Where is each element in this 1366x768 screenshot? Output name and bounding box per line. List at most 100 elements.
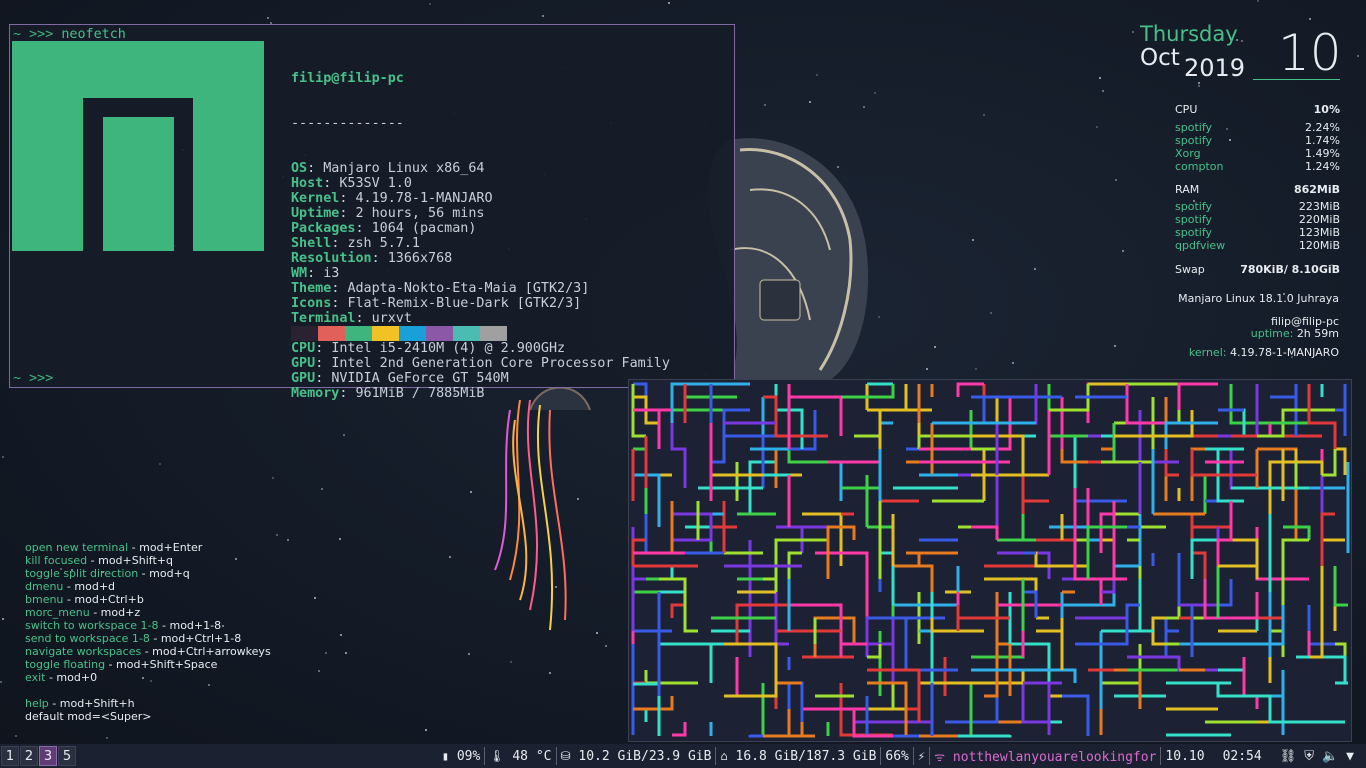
pipe-segment: [1086, 382, 1153, 423]
info-key: Shell: [291, 236, 332, 251]
power-item[interactable]: ⚡: [914, 749, 929, 764]
process-value: 1.24%: [1305, 160, 1340, 173]
pipe-segment: [1088, 382, 1129, 397]
process-value: 220MiB: [1298, 213, 1340, 226]
cpu-value: 10%: [1313, 103, 1340, 116]
terminal-window[interactable]: ~ >>> neofetch filip@filip-pc ----------…: [9, 24, 735, 401]
info-row: Shell: zsh 5.7.1: [291, 236, 420, 251]
help-action: exit: [25, 671, 46, 684]
process-value: 1.74%: [1305, 134, 1340, 147]
help-action: open new terminal: [25, 541, 129, 554]
color-palette: [291, 326, 507, 341]
swap-row: Swap 780KiB/ 8.10GiB: [1175, 263, 1340, 276]
process-name: spotify: [1175, 121, 1213, 134]
star: [809, 101, 811, 103]
pipe-segment: [906, 551, 958, 566]
prompt-command: neofetch: [61, 27, 126, 42]
help-line: open new terminal - mod+Enter: [25, 541, 203, 554]
star: [764, 104, 766, 106]
info-key: Host: [291, 176, 324, 191]
pipe-segment: [956, 605, 1010, 631]
info-key: Icons: [291, 296, 332, 311]
pipe-segment: [711, 540, 752, 555]
pipe-segment: [1086, 538, 1101, 579]
volume-item[interactable]: 66%: [881, 749, 912, 764]
pipe-segment: [1322, 449, 1337, 477]
info-key: Memory: [291, 386, 340, 401]
battery-item: ▮ 09%: [438, 749, 485, 764]
help-keys: mod+Ctrl+b: [74, 593, 144, 606]
palette-swatch: [426, 326, 453, 341]
pipe-segment: [631, 577, 646, 631]
wifi-item[interactable]: ᯤ notthewlanyouarelookingfor: [930, 748, 1160, 765]
info-value: Intel 2nd Generation Core Processor Fami…: [331, 356, 670, 371]
pipe-segment: [956, 382, 984, 397]
process-name: spotify: [1175, 200, 1213, 213]
workspace-button-5[interactable]: 5: [58, 746, 76, 766]
star: [287, 539, 289, 541]
process-name: spotify: [1175, 213, 1213, 226]
star: [1309, 18, 1311, 20]
info-key: OS: [291, 161, 308, 176]
tray-link-icon[interactable]: ⛓: [1266, 749, 1301, 764]
help-action: bmenu: [25, 593, 64, 606]
status-items: ▮ 09% 🌡 48 °C ⛁ 10.2 GiB/23.9 GiB ⌂ 16.8…: [438, 744, 1358, 768]
info-value: Flat-Remix-Blue-Dark [GTK2/3]: [347, 296, 582, 311]
uptime-value: 2h 59m: [1296, 327, 1339, 340]
info-row: Kernel: 4.19.78-1-MANJARO: [291, 191, 493, 206]
info-value: 961MiB / 7885MiB: [355, 386, 485, 401]
star: [343, 434, 345, 436]
pipe-segment: [1231, 694, 1322, 724]
pipe-segment: [1049, 525, 1088, 540]
tray-wifi-icon[interactable]: ▼: [1342, 749, 1358, 764]
pipe-segment: [1101, 579, 1116, 594]
info-row: Resolution: 1366x768: [291, 251, 453, 266]
pipe-segment: [878, 421, 893, 501]
star: [1012, 362, 1014, 364]
help-line: morc_menu - mod+z: [25, 606, 141, 619]
star: [1198, 85, 1200, 87]
pipe-segment: [1086, 525, 1127, 579]
process-name: qpdfview: [1175, 239, 1226, 252]
star: [1241, 40, 1243, 42]
info-value: zsh 5.7.1: [347, 236, 420, 251]
tray-speaker-icon[interactable]: 🔈: [1318, 749, 1342, 764]
process-row: spotify 220MiB: [1175, 213, 1340, 226]
tray-shield-icon[interactable]: ⛨: [1300, 749, 1318, 764]
process-name: spotify: [1175, 226, 1213, 239]
help-keys: mod+Ctrl+1-8: [160, 632, 242, 645]
pipe-segment: [813, 616, 856, 657]
star: [542, 15, 544, 17]
star: [267, 17, 269, 19]
star: [1034, 268, 1036, 270]
pipe-segment: [1190, 538, 1231, 579]
pipe-segment: [995, 592, 1012, 696]
uptime-row: uptime: 2h 59m: [1251, 327, 1339, 340]
star: [0, 681, 2, 683]
process-value: 2.24%: [1305, 121, 1340, 134]
pipe-segment: [1023, 681, 1051, 735]
process-value: 120MiB: [1298, 239, 1340, 252]
workspace-button-3[interactable]: 3: [39, 746, 57, 766]
star: [314, 597, 316, 599]
conky-date: 10: [1278, 24, 1342, 82]
workspace-button-1[interactable]: 1: [1, 746, 19, 766]
prompt-symbol: ~ >>>: [13, 27, 54, 42]
help-line: help - mod+Shift+h: [25, 697, 135, 710]
workspace-button-2[interactable]: 2: [20, 746, 38, 766]
pipe-segment: [971, 525, 999, 540]
process-row: spotify 2.24%: [1175, 121, 1340, 134]
info-row: Packages: 1064 (pacman): [291, 221, 477, 236]
process-row: compton 1.24%: [1175, 160, 1340, 173]
pipe-segment: [891, 564, 934, 618]
pipe-segment: [878, 408, 932, 449]
palette-swatch: [453, 326, 480, 341]
info-value: 1366x768: [387, 251, 453, 266]
pipes-window[interactable]: [628, 379, 1352, 742]
pipe-segment: [633, 696, 674, 711]
terminal-prompt-bottom[interactable]: ~ >>>: [13, 371, 53, 386]
pipe-segment: [774, 592, 789, 646]
info-row: OS: Manjaro Linux x86_64: [291, 161, 485, 176]
help-keys: default mod=<Super>: [25, 710, 152, 723]
star: [1114, 345, 1116, 347]
